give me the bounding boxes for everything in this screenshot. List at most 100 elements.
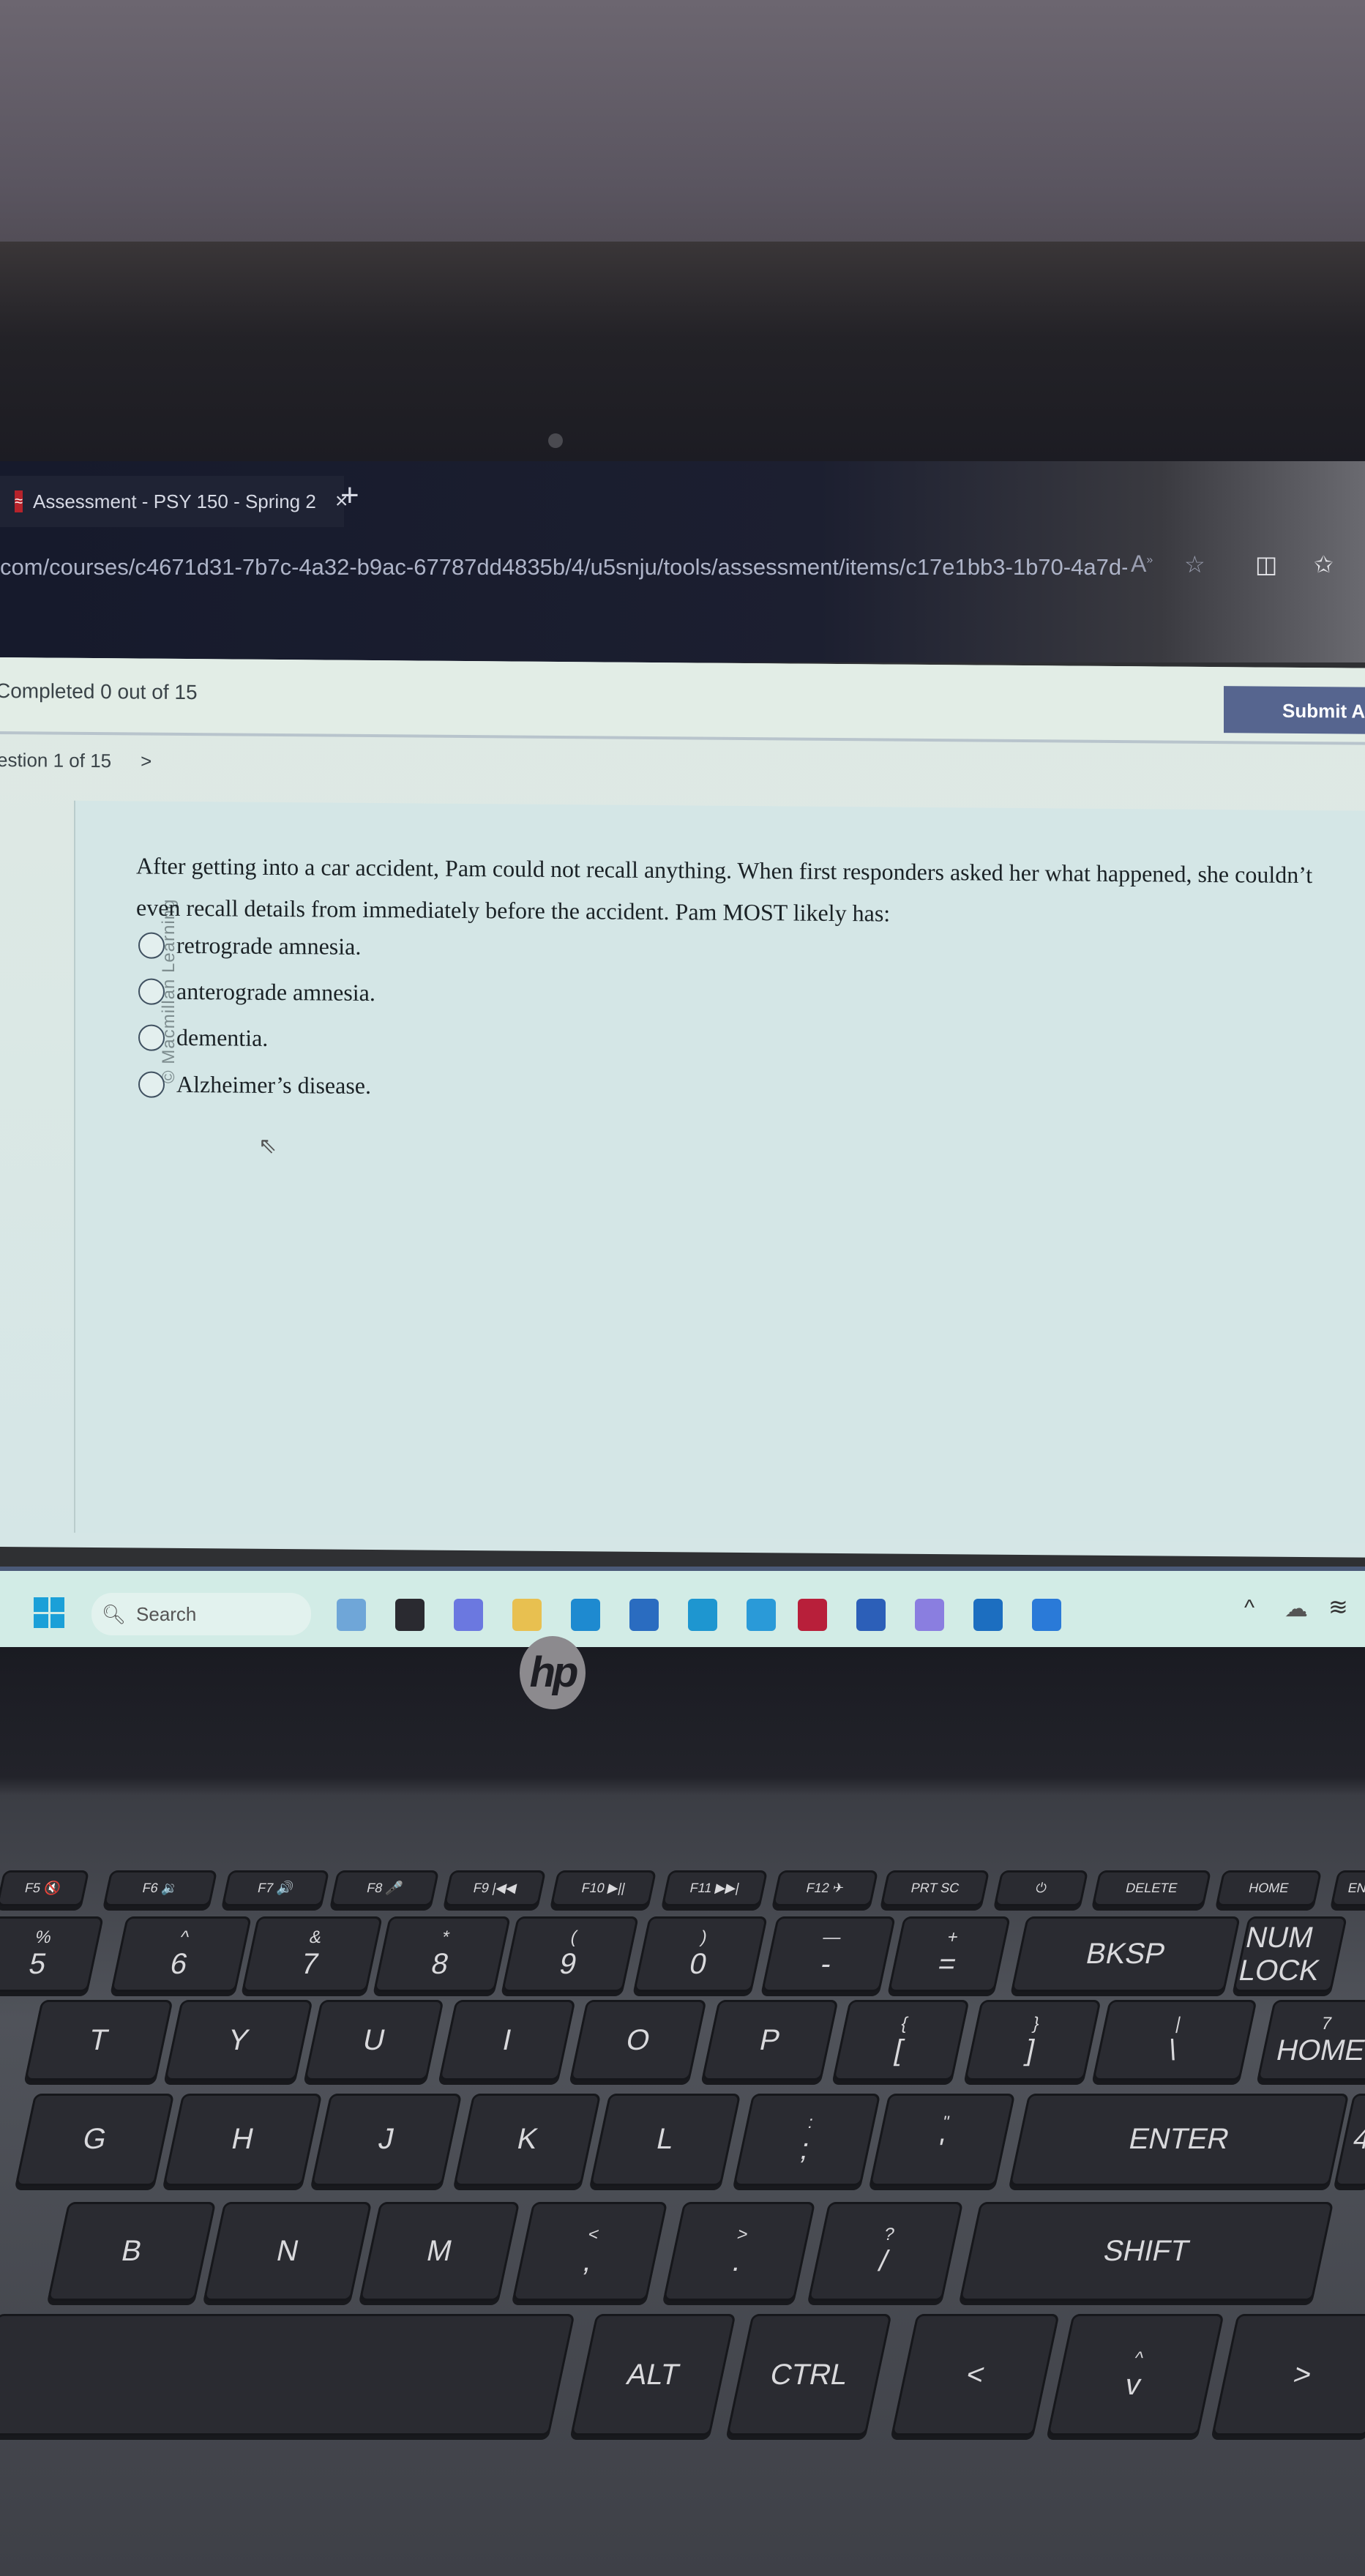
key-7[interactable]: & 7: [242, 1916, 383, 1992]
key-[interactable]: :;: [733, 2094, 881, 2186]
word-icon[interactable]: [856, 1599, 886, 1631]
key-[interactable]: + =: [887, 1916, 1011, 1992]
key-y[interactable]: Y: [164, 2000, 313, 2081]
key-9[interactable]: (9: [501, 1916, 640, 1992]
key-m[interactable]: M: [359, 2202, 520, 2301]
chevron-up-icon[interactable]: ^: [1244, 1596, 1254, 1621]
mcafee-icon[interactable]: [798, 1599, 827, 1631]
key-[interactable]: — -: [760, 1916, 896, 1992]
key-b[interactable]: B: [47, 2202, 216, 2301]
teams-chat-icon[interactable]: [454, 1599, 483, 1631]
split-screen-icon[interactable]: ◫: [1255, 550, 1277, 578]
key-[interactable]: ? /: [807, 2202, 964, 2301]
key-ctrl[interactable]: CTRL: [726, 2313, 892, 2436]
notes-icon[interactable]: [395, 1599, 425, 1631]
key-j[interactable]: J: [310, 2094, 462, 2186]
radio-button[interactable]: [138, 931, 165, 959]
key-h[interactable]: H: [162, 2094, 322, 2186]
key-8[interactable]: * 8: [373, 1916, 511, 1992]
key-function[interactable]: F8 🎤: [329, 1870, 440, 1907]
address-bar[interactable]: com/courses/c4671d31-7b7c-4a32-b9ac-6778…: [0, 545, 1127, 589]
question-navigator: estion 1 of 15 >: [0, 749, 152, 773]
key-function[interactable]: DELETE: [1092, 1870, 1212, 1907]
key-v[interactable]: ^ v: [1047, 2313, 1224, 2436]
cloud-icon[interactable]: ☁: [1284, 1594, 1308, 1622]
key-label: [: [891, 2034, 907, 2067]
key-numlock[interactable]: NUM LOCK: [1232, 1916, 1347, 1992]
key-6[interactable]: ^ 6: [110, 1916, 252, 1992]
key-[interactable]: >.: [663, 2202, 816, 2301]
key-label: M: [424, 2235, 455, 2268]
option-anterograde-amnesia[interactable]: anterograde amnesia.: [138, 977, 375, 1007]
radio-button[interactable]: [138, 977, 165, 1005]
key-function[interactable]: PRT SC: [880, 1870, 990, 1907]
copilot-icon[interactable]: [915, 1599, 944, 1631]
windows-start-icon[interactable]: [34, 1597, 64, 1628]
key-enter[interactable]: ENTER: [1009, 2094, 1350, 2186]
file-explorer-icon[interactable]: [512, 1599, 542, 1631]
option-alzheimers-disease[interactable]: Alzheimer’s disease.: [138, 1070, 371, 1099]
whiteboard-icon[interactable]: [337, 1599, 366, 1631]
read-aloud-icon[interactable]: A»: [1131, 550, 1153, 578]
key-5[interactable]: % 5: [0, 1916, 104, 1992]
key-bksp[interactable]: BKSP: [1010, 1916, 1241, 1992]
macmillan-favicon-icon: ≈: [15, 490, 23, 512]
key-label: 6: [167, 1947, 190, 1980]
key-home[interactable]: 7 HOME: [1256, 2000, 1365, 2081]
key-n[interactable]: N: [203, 2202, 373, 2301]
key-function[interactable]: F7 🔊: [221, 1870, 329, 1907]
radio-button[interactable]: [138, 1023, 165, 1051]
taskbar: 🔍︎ Search ^ ☁ ≋: [0, 1567, 1365, 1647]
key-label: ;: [797, 2133, 812, 2166]
radio-button[interactable]: [138, 1070, 165, 1098]
key-alt[interactable]: ALT: [570, 2313, 736, 2436]
key-space[interactable]: [0, 2313, 575, 2436]
favorite-star-icon[interactable]: ☆: [1184, 550, 1205, 578]
key-0[interactable]: ) 0: [632, 1916, 768, 1992]
key-shift-label: <: [586, 2225, 601, 2245]
key-t[interactable]: T: [24, 2000, 173, 2081]
taskbar-search[interactable]: 🔍︎ Search: [91, 1593, 311, 1635]
key-l[interactable]: L: [590, 2094, 741, 2186]
key-function[interactable]: F11 ▶▶|: [661, 1870, 768, 1907]
key-[interactable]: | \: [1092, 2000, 1257, 2081]
option-dementia[interactable]: dementia.: [138, 1023, 268, 1051]
edge-icon[interactable]: [571, 1599, 600, 1631]
key-function[interactable]: HOME: [1215, 1870, 1322, 1907]
key-o[interactable]: O: [569, 2000, 707, 2081]
microsoft-store-icon[interactable]: [629, 1599, 659, 1631]
key-g[interactable]: G: [15, 2094, 174, 2186]
key-function[interactable]: F5 🔇: [0, 1870, 89, 1907]
outlook-icon[interactable]: [973, 1599, 1003, 1631]
key-function[interactable]: F6 🔉: [102, 1870, 218, 1907]
key-function[interactable]: ⏻: [993, 1870, 1088, 1907]
key-label: 0: [686, 1947, 710, 1980]
key-function[interactable]: F12 ✈: [771, 1870, 878, 1907]
key-k[interactable]: K: [453, 2094, 602, 2186]
key-function[interactable]: F10 ▶||: [550, 1870, 657, 1907]
key-[interactable]: <,: [512, 2202, 668, 2301]
help-icon[interactable]: [747, 1599, 776, 1631]
option-retrograde-amnesia[interactable]: retrograde amnesia.: [138, 931, 361, 960]
key-function[interactable]: F9 |◀◀: [443, 1870, 547, 1907]
key-u[interactable]: U: [303, 2000, 444, 2081]
wifi-icon[interactable]: ≋: [1328, 1593, 1348, 1621]
key-label: >: [1290, 2358, 1314, 2391]
key-[interactable]: >: [1211, 2313, 1365, 2436]
favorites-list-icon[interactable]: ✩: [1314, 550, 1334, 578]
todo-icon[interactable]: [1032, 1599, 1061, 1631]
key-[interactable]: " ': [869, 2094, 1016, 2186]
key-shift-label: {: [900, 2013, 910, 2034]
key-[interactable]: {[: [832, 2000, 971, 2081]
key-i[interactable]: I: [438, 2000, 576, 2081]
next-question-icon[interactable]: >: [141, 750, 152, 773]
new-tab-button[interactable]: +: [340, 477, 359, 514]
submit-all-button[interactable]: Submit All: [1224, 686, 1365, 734]
key-shift[interactable]: SHIFT: [959, 2202, 1334, 2301]
myhp-icon[interactable]: [688, 1599, 717, 1631]
key-p[interactable]: P: [701, 2000, 839, 2081]
browser-tab[interactable]: ≈ Assessment - PSY 150 - Spring 2 ×: [0, 476, 348, 527]
key-[interactable]: }]: [964, 2000, 1102, 2081]
key-shift-label: ): [698, 1927, 709, 1947]
key-[interactable]: <: [891, 2313, 1060, 2436]
